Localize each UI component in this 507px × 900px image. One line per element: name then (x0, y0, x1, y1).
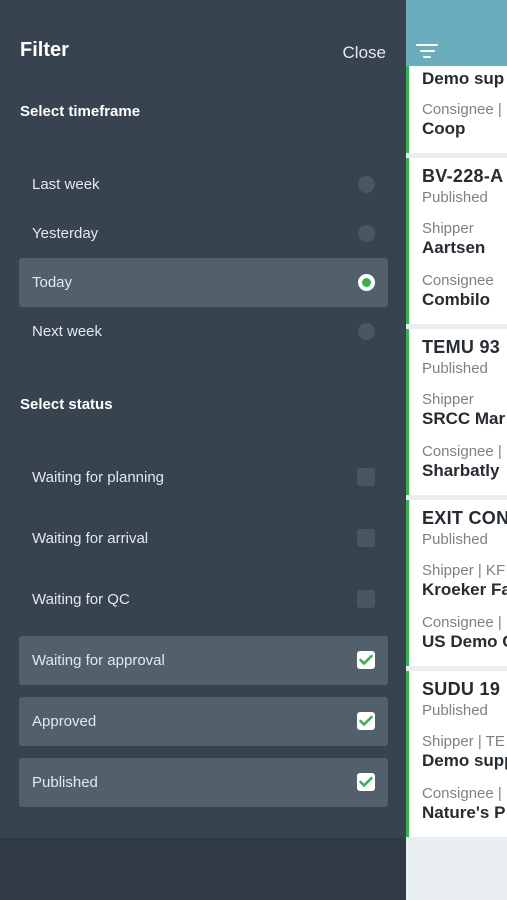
consignee-value: Nature's P (422, 803, 506, 822)
consignee-label: Consignee | (422, 785, 502, 802)
shipment-list: Demo sup Consignee | Coop BV-228-A Publi… (406, 0, 507, 900)
status-option-waiting-for-approval[interactable]: Waiting for approval (19, 636, 388, 685)
radio-button[interactable] (358, 225, 375, 242)
shipper-value: Aartsen (422, 238, 486, 257)
radio-button[interactable] (358, 176, 375, 193)
shipment-card[interactable]: SUDU 19 Published Shipper | TE Demo supp… (406, 671, 507, 837)
checkmark-icon (359, 776, 373, 787)
panel-title: Filter (20, 39, 69, 61)
panel-footer (0, 838, 406, 900)
card-status: Published (422, 531, 488, 548)
card-ref: TEMU 93 (422, 337, 501, 357)
card-ref: BV-228-A (422, 166, 504, 186)
option-label: Waiting for approval (32, 652, 165, 669)
shipper-value: Demo supp (422, 751, 507, 770)
option-label: Yesterday (32, 225, 99, 242)
filter-icon[interactable] (416, 44, 438, 62)
shipper-label: Shipper | KF (422, 562, 506, 579)
status-heading: Select status (20, 396, 113, 413)
option-label: Today (32, 274, 73, 291)
timeframe-option-last-week[interactable]: Last week (19, 160, 388, 209)
checkbox-checked[interactable] (357, 712, 375, 730)
checkmark-icon (359, 715, 373, 726)
shipper-label: Shipper (422, 391, 474, 408)
option-label: Waiting for arrival (32, 530, 149, 547)
close-button[interactable]: Close (343, 43, 386, 63)
option-label: Waiting for planning (32, 469, 165, 486)
consignee-label: Consignee (422, 272, 494, 289)
radio-button[interactable] (358, 323, 375, 340)
shipment-card[interactable]: Demo sup Consignee | Coop (406, 66, 507, 153)
card-status: Published (422, 189, 488, 206)
card-status: Published (422, 702, 488, 719)
option-label: Waiting for QC (32, 591, 130, 608)
timeframe-option-yesterday[interactable]: Yesterday (19, 209, 388, 258)
shipper-label: Shipper (422, 220, 474, 237)
checkmark-icon (359, 654, 373, 665)
status-option-published[interactable]: Published (19, 758, 388, 807)
consignee-value: Sharbatly (422, 461, 500, 480)
shipper-value: Kroeker Fa (422, 580, 507, 599)
card-status: Published (422, 360, 488, 377)
shipper-label: Shipper | TE (422, 733, 505, 750)
timeframe-option-next-week[interactable]: Next week (19, 307, 388, 356)
card-ref: EXIT CON (422, 508, 507, 528)
timeframe-heading: Select timeframe (20, 103, 141, 120)
option-label: Last week (32, 176, 100, 193)
consignee-value: US Demo C (422, 632, 507, 651)
shipment-card[interactable]: BV-228-A Published Shipper Aartsen Consi… (406, 158, 507, 324)
status-option-waiting-for-planning[interactable]: Waiting for planning (19, 453, 388, 502)
option-label: Published (32, 774, 98, 791)
shipment-card[interactable]: TEMU 93 Published Shipper SRCC Mar Consi… (406, 329, 507, 495)
status-option-approved[interactable]: Approved (19, 697, 388, 746)
card-ref-partial: Demo sup (422, 69, 505, 88)
status-option-waiting-for-arrival[interactable]: Waiting for arrival (19, 514, 388, 563)
shipment-card[interactable]: EXIT CON Published Shipper | KF Kroeker … (406, 500, 507, 666)
consignee-label: Consignee | (422, 101, 502, 118)
checkbox-checked[interactable] (357, 651, 375, 669)
checkbox[interactable] (357, 468, 375, 486)
checkbox-checked[interactable] (357, 773, 375, 791)
checkbox[interactable] (357, 529, 375, 547)
consignee-label: Consignee | (422, 614, 502, 631)
consignee-label: Consignee | (422, 443, 502, 460)
consignee-value: Coop (422, 119, 466, 138)
consignee-value: Combilo (422, 290, 490, 309)
status-option-waiting-for-qc[interactable]: Waiting for QC (19, 575, 388, 624)
option-label: Next week (32, 323, 103, 340)
shipper-value: SRCC Mar (422, 409, 506, 428)
filter-panel: Filter Close Select timeframe Last week … (0, 0, 406, 838)
radio-button-selected[interactable] (358, 274, 375, 291)
timeframe-option-today[interactable]: Today (19, 258, 388, 307)
option-label: Approved (32, 713, 97, 730)
checkbox[interactable] (357, 590, 375, 608)
card-ref: SUDU 19 (422, 679, 501, 699)
